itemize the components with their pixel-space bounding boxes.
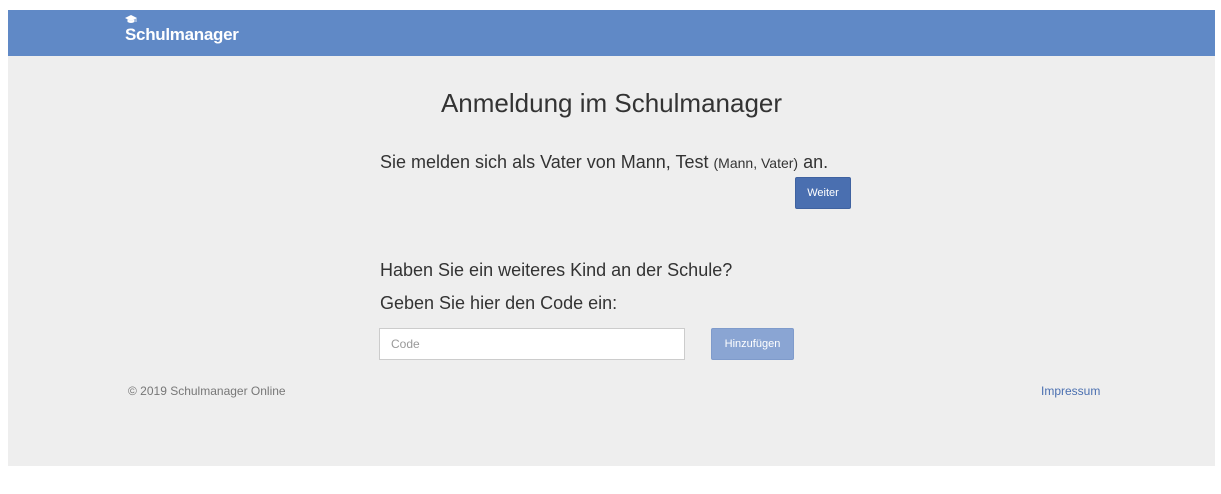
add-child-button[interactable]: Hinzufügen (711, 328, 794, 360)
additional-child-question: Haben Sie ein weiteres Kind an der Schul… (380, 260, 733, 280)
login-info: Sie melden sich als Vater von Mann, Test… (380, 152, 828, 173)
continue-button[interactable]: Weiter (795, 177, 851, 209)
page-frame: Schulmanager Anmeldung im Schulmanager S… (8, 10, 1215, 466)
login-prefix: Sie melden sich als Vater von Mann, Test (380, 152, 709, 172)
impressum-link[interactable]: Impressum (1041, 384, 1100, 398)
graduation-cap-icon (125, 15, 137, 23)
brand-logo-link[interactable]: Schulmanager (125, 15, 239, 45)
navbar: Schulmanager (8, 10, 1215, 56)
copyright-text: © 2019 Schulmanager Online (128, 384, 286, 398)
code-input[interactable] (379, 328, 685, 360)
login-detail: (Mann, Vater) (713, 155, 799, 171)
login-suffix: an. (803, 152, 829, 172)
page-title: Anmeldung im Schulmanager (440, 88, 783, 118)
brand-name: Schulmanager (125, 25, 239, 44)
code-prompt: Geben Sie hier den Code ein: (380, 293, 618, 313)
